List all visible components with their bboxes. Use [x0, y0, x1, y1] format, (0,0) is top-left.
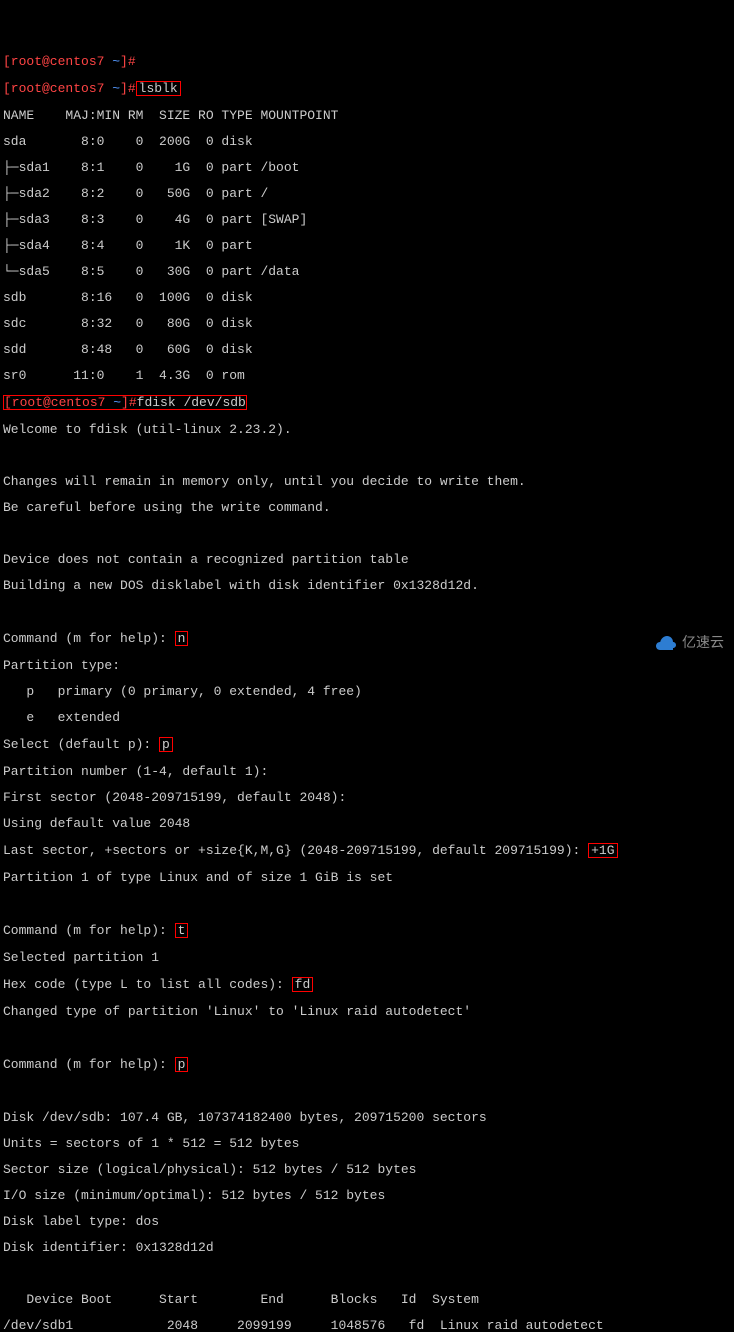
selected-partition: Selected partition 1	[3, 951, 731, 964]
hex-code-label: Hex code (type L to list all codes):	[3, 977, 292, 992]
prompt-end: ]#	[120, 54, 136, 69]
partition-set: Partition 1 of type Linux and of size 1 …	[3, 871, 731, 884]
prompt-line-3[interactable]: [root@centos7 ~]#fdisk /dev/sdb	[3, 395, 731, 410]
cmd-help-label: Command (m for help):	[3, 631, 175, 646]
partition-table-row: /dev/sdb1 2048 2099199 1048576 fd Linux …	[3, 1319, 731, 1332]
input-p2: p	[175, 1057, 189, 1072]
lsblk-header: NAME MAJ:MIN RM SIZE RO TYPE MOUNTPOINT	[3, 109, 731, 122]
prompt-user: [root@centos7	[3, 54, 112, 69]
disk-info: Disk /dev/sdb: 107.4 GB, 107374182400 by…	[3, 1111, 731, 1124]
cloud-icon	[654, 632, 678, 656]
lsblk-row: sdb 8:16 0 100G 0 disk	[3, 291, 731, 304]
disk-info: Sector size (logical/physical): 512 byte…	[3, 1163, 731, 1176]
last-sector-prompt[interactable]: Last sector, +sectors or +size{K,M,G} (2…	[3, 843, 731, 858]
hex-code-prompt[interactable]: Hex code (type L to list all codes): fd	[3, 977, 731, 992]
fdisk-msg: Be careful before using the write comman…	[3, 501, 731, 514]
cmd-help-label: Command (m for help):	[3, 1057, 175, 1072]
lsblk-row: ├─sda2 8:2 0 50G 0 part /	[3, 187, 731, 200]
watermark-text: 亿速云	[682, 637, 724, 651]
ptype-extended: e extended	[3, 711, 731, 724]
prompt-line-1: [root@centos7 ~]#	[3, 55, 731, 68]
fdisk-msg: Building a new DOS disklabel with disk i…	[3, 579, 731, 592]
blank	[3, 897, 731, 910]
prompt-path: ~	[113, 395, 121, 410]
cmd-lsblk: lsblk	[136, 81, 181, 96]
fdisk-welcome: Welcome to fdisk (util-linux 2.23.2).	[3, 423, 731, 436]
changed-type: Changed type of partition 'Linux' to 'Li…	[3, 1005, 731, 1018]
lsblk-row: sr0 11:0 1 4.3G 0 rom	[3, 369, 731, 382]
watermark: 亿速云	[654, 632, 724, 656]
blank	[3, 605, 731, 618]
lsblk-row: sdc 8:32 0 80G 0 disk	[3, 317, 731, 330]
blank	[3, 1085, 731, 1098]
input-fd: fd	[292, 977, 314, 992]
cmd-prompt-n[interactable]: Command (m for help): n	[3, 631, 731, 646]
prompt-line-2[interactable]: [root@centos7 ~]#lsblk	[3, 81, 731, 96]
prompt-end: ]#	[120, 81, 136, 96]
disk-info: Disk identifier: 0x1328d12d	[3, 1241, 731, 1254]
last-sector-label: Last sector, +sectors or +size{K,M,G} (2…	[3, 843, 588, 858]
blank	[3, 527, 731, 540]
prompt-user: [root@centos7	[4, 395, 113, 410]
lsblk-row: sdd 8:48 0 60G 0 disk	[3, 343, 731, 356]
blank	[3, 1267, 731, 1280]
prompt-path: ~	[112, 54, 120, 69]
prompt-end: ]#	[121, 395, 137, 410]
input-1g: +1G	[588, 843, 617, 858]
cmd-fdisk: fdisk /dev/sdb	[137, 395, 246, 410]
lsblk-row: sda 8:0 0 200G 0 disk	[3, 135, 731, 148]
pnum-label: Partition number (1-4, default 1):	[3, 765, 731, 778]
lsblk-row: ├─sda1 8:1 0 1G 0 part /boot	[3, 161, 731, 174]
first-sector: First sector (2048-209715199, default 20…	[3, 791, 731, 804]
cmd-help-label: Command (m for help):	[3, 923, 175, 938]
using-default: Using default value 2048	[3, 817, 731, 830]
select-label: Select (default p):	[3, 737, 159, 752]
disk-info: Disk label type: dos	[3, 1215, 731, 1228]
lsblk-row: ├─sda3 8:3 0 4G 0 part [SWAP]	[3, 213, 731, 226]
disk-info: Units = sectors of 1 * 512 = 512 bytes	[3, 1137, 731, 1150]
cmd-prompt-t[interactable]: Command (m for help): t	[3, 923, 731, 938]
prompt-user: [root@centos7	[3, 81, 112, 96]
ptype-primary: p primary (0 primary, 0 extended, 4 free…	[3, 685, 731, 698]
cmd-prompt-p[interactable]: Command (m for help): p	[3, 1057, 731, 1072]
blank	[3, 1031, 731, 1044]
fdisk-msg: Device does not contain a recognized par…	[3, 553, 731, 566]
partition-table-header: Device Boot Start End Blocks Id System	[3, 1293, 731, 1306]
disk-info: I/O size (minimum/optimal): 512 bytes / …	[3, 1189, 731, 1202]
input-t: t	[175, 923, 189, 938]
prompt-path: ~	[112, 81, 120, 96]
lsblk-row: ├─sda4 8:4 0 1K 0 part	[3, 239, 731, 252]
input-p: p	[159, 737, 173, 752]
select-prompt[interactable]: Select (default p): p	[3, 737, 731, 752]
blank	[3, 449, 731, 462]
fdisk-msg: Changes will remain in memory only, unti…	[3, 475, 731, 488]
lsblk-row: └─sda5 8:5 0 30G 0 part /data	[3, 265, 731, 278]
input-n: n	[175, 631, 189, 646]
